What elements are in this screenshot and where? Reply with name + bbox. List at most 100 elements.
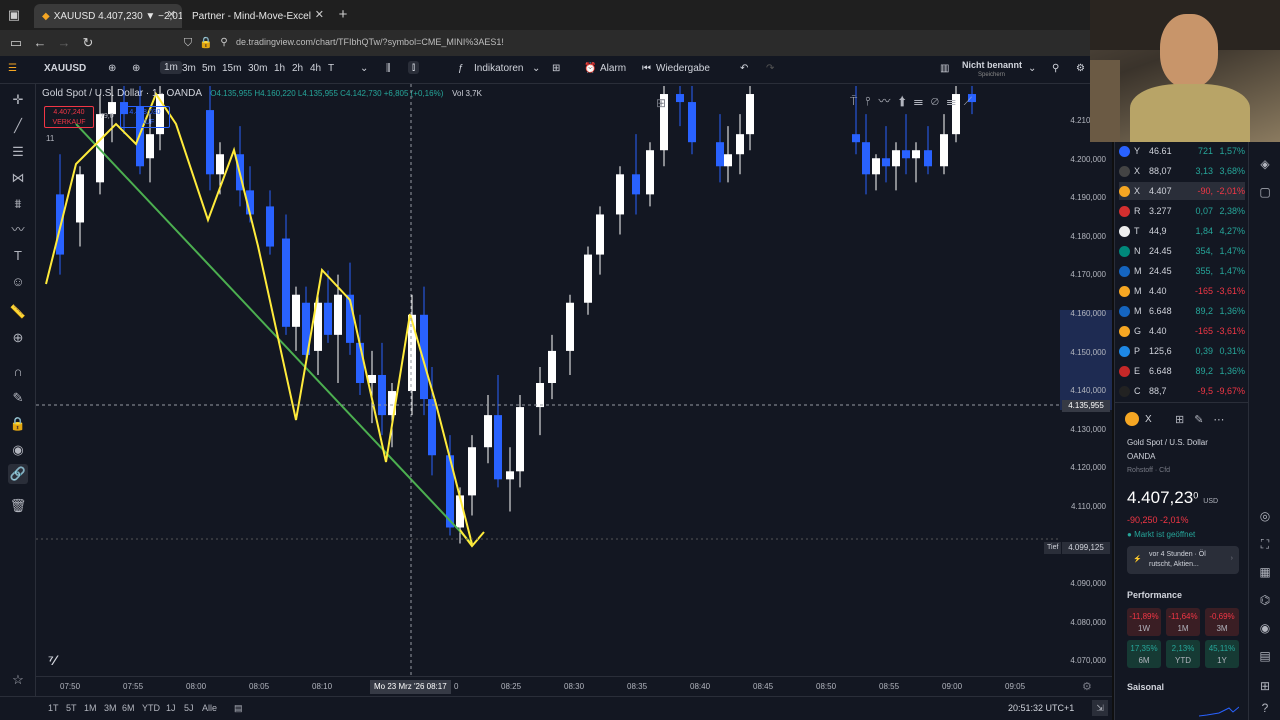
details-name[interactable]: Gold Spot / U.S. Dollar xyxy=(1127,438,1208,447)
range-5j[interactable]: 5J xyxy=(184,703,194,713)
browser-tab[interactable]: Partner - Mind-Move-Excel ✕ xyxy=(184,4,330,28)
interval-2h[interactable]: 2h xyxy=(292,63,303,74)
reload-icon[interactable]: ↻ xyxy=(80,35,96,51)
icon-tool-icon[interactable]: ☺ xyxy=(8,272,28,292)
sell-button[interactable]: 4.407,240 VERKAUF xyxy=(44,106,94,128)
chevron-down-icon[interactable]: ⌄ xyxy=(532,63,540,74)
indicators-icon[interactable]: ƒ xyxy=(458,63,464,74)
interval-3m[interactable]: 3m xyxy=(182,63,196,74)
range-1j[interactable]: 1J xyxy=(166,703,176,713)
watchlist-row[interactable]: M 4.40 -165 -3,61% xyxy=(1119,282,1245,300)
projection-tool-icon[interactable]: ⩩ xyxy=(8,194,28,214)
link-icon[interactable]: 🔗 xyxy=(8,464,28,484)
calendar-icon[interactable]: ▦ xyxy=(1257,564,1273,580)
calendar-icon[interactable]: ▤ xyxy=(234,703,243,714)
axis-settings-icon[interactable]: ⚙ xyxy=(1082,680,1092,693)
crosshair-icon[interactable]: ✛ xyxy=(8,90,28,110)
eye-icon[interactable]: ◉ xyxy=(8,440,28,460)
interval-1h[interactable]: 1h xyxy=(274,63,285,74)
watchlist-row[interactable]: P 125,6 0,39 0,31% xyxy=(1119,342,1245,360)
alarm-icon[interactable]: ⏰ xyxy=(584,63,596,74)
compare-icon[interactable]: ⊕ xyxy=(108,63,116,74)
apps-icon[interactable]: ⊞ xyxy=(1257,678,1273,694)
watchlist-row[interactable]: M 6.648 89,2 1,36% xyxy=(1119,302,1245,320)
browser-menu-icon[interactable]: ▣ xyxy=(6,7,22,23)
details-actions-icon[interactable]: ⊞✎⋯ xyxy=(1175,413,1234,426)
layout-icon[interactable]: ▥ xyxy=(940,63,949,74)
sidebar-toggle-icon[interactable]: ▭ xyxy=(8,35,24,51)
chat-icon[interactable]: ▢ xyxy=(1257,184,1273,200)
symbol-search[interactable]: XAUUSD xyxy=(44,63,86,74)
favorites-star-icon[interactable]: ☆ xyxy=(8,670,28,690)
bar-style-icon[interactable]: ⫼ xyxy=(386,63,391,74)
url-text[interactable]: de.tradingview.com/chart/TFIbhQTw/?symbo… xyxy=(236,37,504,47)
range-6m[interactable]: 6M xyxy=(122,703,135,713)
interval-30m[interactable]: 30m xyxy=(248,63,267,74)
trash-icon[interactable]: 🗑 xyxy=(8,496,28,516)
price-axis[interactable]: 4.210,000 4.200,000 4.190,000 4.180,000 4.17… xyxy=(1044,84,1112,676)
details-symbol[interactable]: X xyxy=(1145,414,1152,425)
fib-tool-icon[interactable]: ☰ xyxy=(8,142,28,162)
streams-icon[interactable]: ⌬ xyxy=(1257,592,1273,608)
notifications-icon[interactable]: ◉ xyxy=(1257,620,1273,636)
legend-title[interactable]: Gold Spot / U.S. Dollar · 1 · OANDA xyxy=(42,88,202,99)
chevron-down-icon[interactable]: ⌄ xyxy=(1028,63,1036,74)
time-axis[interactable]: 07:50 07:55 08:00 08:05 08:10 08:25 08:30 08:35… xyxy=(36,676,1112,696)
magnet-icon[interactable]: ∩ xyxy=(8,362,28,382)
settings-icon[interactable]: ⚙ xyxy=(1076,63,1085,74)
search-icon[interactable]: ⚲ xyxy=(1052,63,1059,74)
performance-title[interactable]: Performance xyxy=(1127,590,1182,600)
performance-cell[interactable]: -0,69% 3M xyxy=(1205,608,1239,636)
watchlist-row[interactable]: G 4.40 -165 -3,61% xyxy=(1119,322,1245,340)
layers-icon[interactable]: ◈ xyxy=(1257,156,1273,172)
new-tab-icon[interactable]: + xyxy=(335,7,351,23)
clock[interactable]: 20:51:32 UTC+1 xyxy=(1008,703,1074,713)
watchlist-row[interactable]: N 24.45 354, 1,47% xyxy=(1119,242,1245,260)
close-tab-icon[interactable]: ✕ xyxy=(315,8,324,21)
interval-1m[interactable]: 1m xyxy=(160,61,182,74)
replay-icon[interactable]: ⏮ xyxy=(642,63,651,74)
site-info-icon[interactable]: ⚲ xyxy=(216,35,232,51)
watchlist-row[interactable]: X 88,07 3,13 3,68% xyxy=(1119,162,1245,180)
ideas-icon[interactable]: ⛶ xyxy=(1257,536,1273,552)
indicators-button[interactable]: Indikatoren xyxy=(474,63,523,74)
candlestick-chart[interactable] xyxy=(36,84,1060,676)
lock-icon[interactable]: 🔒 xyxy=(8,414,28,434)
close-tab-icon[interactable]: ✕ xyxy=(167,8,176,21)
help-icon[interactable]: ? xyxy=(1257,700,1273,716)
target-icon[interactable]: ◎ xyxy=(1257,508,1273,524)
watchlist-row[interactable]: T 44,9 1,84 4,27% xyxy=(1119,222,1245,240)
watchlist-row[interactable]: M 24.45 355, 1,47% xyxy=(1119,262,1245,280)
redo-icon[interactable]: ↷ xyxy=(766,63,774,74)
trendline-tool-icon[interactable]: ╱ xyxy=(8,116,28,136)
watchlist-row[interactable]: R 3.277 0,07 2,38% xyxy=(1119,202,1245,220)
undo-icon[interactable]: ↶ xyxy=(740,63,748,74)
maximize-icon[interactable]: ⇲ xyxy=(1092,700,1108,716)
layout-name[interactable]: Nicht benannt xyxy=(962,60,1022,70)
watchlist-row[interactable]: X 4.407 -90, -2,01% xyxy=(1119,182,1245,200)
performance-cell[interactable]: 17,35% 6M xyxy=(1127,640,1161,668)
interval-15m[interactable]: 15m xyxy=(222,63,241,74)
watchlist-row[interactable]: E 6.648 89,2 1,36% xyxy=(1119,362,1245,380)
lock-drawings-icon[interactable]: ✎ xyxy=(8,388,28,408)
text-tool-icon[interactable]: T xyxy=(8,246,28,266)
shield-icon[interactable]: ⛉ xyxy=(180,35,196,51)
chevron-down-icon[interactable]: ⌄ xyxy=(360,63,368,74)
performance-cell[interactable]: 2,13% YTD xyxy=(1166,640,1200,668)
ruler-icon[interactable]: 📏 xyxy=(8,302,28,322)
pattern-tool-icon[interactable]: ⋈ xyxy=(8,168,28,188)
range-1m[interactable]: 1M xyxy=(84,703,97,713)
chat-bubble-icon[interactable]: ▤ xyxy=(1257,648,1273,664)
browser-tab-active[interactable]: ◆ XAUUSD 4.407,230 ▼ −2,01% N ✕ xyxy=(34,4,182,28)
floating-drawing-toolbar[interactable]: ⍑⫯〰⬆☰⌀☰⟋ xyxy=(850,92,1060,110)
news-card[interactable]: vor 4 Stunden · Öl rutscht, Aktien... ⚡ … xyxy=(1127,546,1239,574)
indicator-count[interactable]: 11 xyxy=(46,134,54,143)
range-5t[interactable]: 5T xyxy=(66,703,77,713)
performance-cell[interactable]: -11,64% 1M xyxy=(1166,608,1200,636)
candle-style-icon[interactable]: ⫾ xyxy=(408,61,420,74)
templates-icon[interactable]: ⊞ xyxy=(552,63,560,74)
range-alle[interactable]: Alle xyxy=(202,703,217,713)
menu-icon[interactable]: ☰ xyxy=(8,63,17,74)
performance-cell[interactable]: -11,89% 1W xyxy=(1127,608,1161,636)
seasonal-title[interactable]: Saisonal xyxy=(1127,682,1164,692)
